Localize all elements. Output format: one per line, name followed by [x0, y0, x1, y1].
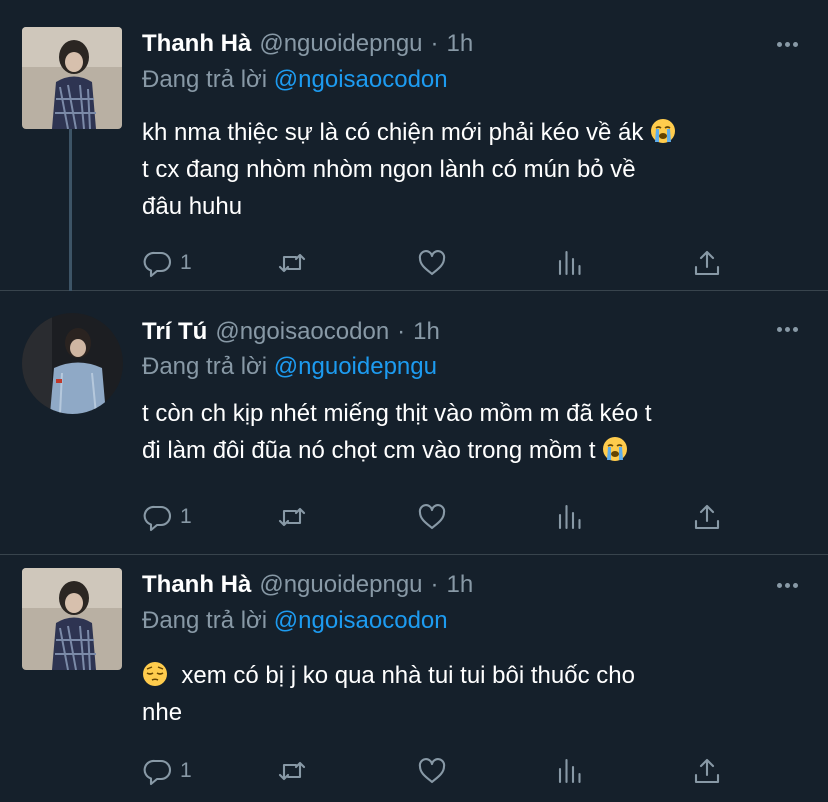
- reply-icon: [143, 759, 172, 786]
- retweet-icon: [278, 761, 306, 781]
- analytics-icon: [558, 250, 581, 276]
- reply-icon: [143, 505, 172, 532]
- replying-to-label: Đang trả lời: [142, 607, 268, 634]
- tweet-text-line: kh nma thiệc sự là có chiện mới phải kéo…: [142, 119, 644, 146]
- like-icon: [418, 250, 446, 276]
- retweet-button[interactable]: [276, 755, 308, 787]
- like-button[interactable]: [416, 755, 448, 787]
- share-button[interactable]: [691, 247, 723, 279]
- timestamp[interactable]: 1h: [447, 30, 474, 58]
- avatar[interactable]: [22, 568, 122, 670]
- tweet[interactable]: Thanh Hà @nguoidepngu · 1h Đang trả lời …: [0, 0, 828, 291]
- tweet-text: xem có bị j ko qua nhà tui tui bôi thuốc…: [142, 657, 802, 731]
- separator-dot: ·: [430, 571, 439, 598]
- analytics-button[interactable]: [554, 247, 586, 279]
- like-icon: [418, 758, 446, 784]
- mention-link[interactable]: @nguoidepngu: [274, 353, 437, 380]
- replying-to-label: Đang trả lời: [142, 66, 268, 93]
- like-icon: [418, 504, 446, 530]
- avatar[interactable]: [22, 27, 122, 129]
- reply-count: 1: [180, 759, 192, 782]
- reply-icon: [143, 251, 172, 278]
- analytics-button[interactable]: [554, 501, 586, 533]
- pensive-face-icon: [143, 662, 167, 686]
- analytics-button[interactable]: [554, 755, 586, 787]
- mention-link[interactable]: @ngoisaocodon: [274, 66, 448, 93]
- analytics-icon: [558, 758, 581, 784]
- retweet-icon: [278, 253, 306, 273]
- avatar-photo: [22, 27, 122, 129]
- tweet-text: kh nma thiệc sự là có chiện mới phải kéo…: [142, 114, 802, 225]
- mention-link[interactable]: @ngoisaocodon: [274, 607, 448, 634]
- reply-button[interactable]: 1: [142, 755, 192, 787]
- tweet-text-line: t cx đang nhòm nhòm ngon lành có mún bỏ …: [142, 156, 636, 183]
- share-button[interactable]: [691, 501, 723, 533]
- separator-dot: ·: [397, 318, 406, 345]
- share-icon: [694, 758, 720, 784]
- tweet-text-line: t còn ch kịp nhét miếng thịt vào mồm m đ…: [142, 400, 652, 427]
- tweet-actions: 1: [142, 247, 742, 279]
- reply-count: 1: [180, 505, 192, 528]
- retweet-button[interactable]: [276, 247, 308, 279]
- like-button[interactable]: [416, 247, 448, 279]
- replying-to: Đang trả lời @nguoidepngu: [142, 353, 437, 381]
- tweet-text: t còn ch kịp nhét miếng thịt vào mồm m đ…: [142, 395, 802, 469]
- tweet-text-line: đi làm đôi đũa nó chọt cm vào trong mồm …: [142, 437, 596, 464]
- tweet-actions: 1: [142, 501, 742, 533]
- avatar-photo: [22, 568, 122, 670]
- like-button[interactable]: [416, 501, 448, 533]
- reply-button[interactable]: 1: [142, 501, 192, 533]
- avatar[interactable]: [22, 313, 123, 414]
- tweet-text-line: xem có bị j ko qua nhà tui tui bôi thuốc…: [181, 662, 635, 689]
- analytics-icon: [558, 504, 581, 530]
- timestamp[interactable]: 1h: [447, 571, 474, 599]
- user-handle[interactable]: @nguoidepngu: [259, 30, 422, 58]
- replying-to-label: Đang trả lời: [142, 353, 268, 380]
- more-icon[interactable]: [774, 319, 800, 339]
- reply-button[interactable]: 1: [142, 247, 192, 279]
- thread-connector-line: [69, 127, 72, 291]
- tweet-text-line: nhe: [142, 699, 183, 726]
- share-icon: [694, 250, 720, 276]
- tweet-actions: 1: [142, 755, 742, 787]
- display-name[interactable]: Trí Tú: [142, 318, 207, 346]
- more-icon[interactable]: [774, 34, 800, 54]
- user-handle[interactable]: @ngoisaocodon: [215, 318, 389, 346]
- retweet-icon: [278, 507, 306, 527]
- timestamp[interactable]: 1h: [413, 318, 440, 346]
- tweet[interactable]: Thanh Hà @nguoidepngu · 1h Đang trả lời …: [0, 555, 828, 802]
- loudly-crying-face-icon: [651, 119, 676, 143]
- replying-to: Đang trả lời @ngoisaocodon: [142, 66, 448, 94]
- loudly-crying-face-icon: [603, 437, 628, 461]
- tweet[interactable]: Trí Tú @ngoisaocodon · 1h Đang trả lời @…: [0, 291, 828, 555]
- retweet-button[interactable]: [276, 501, 308, 533]
- share-button[interactable]: [691, 755, 723, 787]
- display-name[interactable]: Thanh Hà: [142, 571, 251, 599]
- user-handle[interactable]: @nguoidepngu: [259, 571, 422, 599]
- share-icon: [694, 504, 720, 530]
- replying-to: Đang trả lời @ngoisaocodon: [142, 607, 448, 635]
- separator-dot: ·: [430, 30, 439, 57]
- avatar-photo: [22, 313, 123, 414]
- tweet-text-line: đâu huhu: [142, 193, 243, 220]
- reply-count: 1: [180, 251, 192, 274]
- display-name[interactable]: Thanh Hà: [142, 30, 251, 58]
- more-icon[interactable]: [774, 575, 800, 595]
